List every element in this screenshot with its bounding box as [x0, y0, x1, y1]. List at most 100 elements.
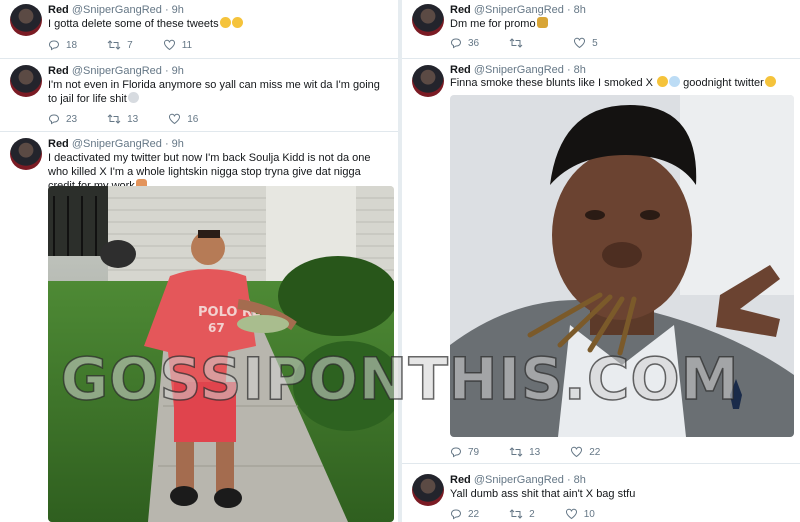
avatar[interactable] — [412, 65, 444, 97]
retweet-count: 2 — [529, 508, 535, 520]
retweet-button[interactable]: 13 — [509, 446, 540, 458]
reply-icon — [450, 38, 462, 49]
retweet-icon — [107, 114, 121, 124]
tweet-text: Dm me for promo — [450, 17, 790, 31]
heart-icon — [163, 39, 175, 51]
retweet-button[interactable]: 13 — [107, 113, 138, 125]
photo-selfie-blunts-image — [450, 95, 794, 437]
tweet-text: I gotta delete some of these tweets — [48, 17, 388, 31]
handle-and-time[interactable]: @SniperGangRed · 8h — [474, 474, 586, 486]
tweet-text-content: I gotta delete some of these tweets — [48, 18, 219, 30]
like-count: 11 — [181, 39, 193, 51]
reply-icon — [450, 509, 462, 520]
avatar[interactable] — [10, 138, 42, 170]
retweet-count: 7 — [127, 39, 133, 51]
avatar[interactable] — [412, 474, 444, 506]
tweet-actions: 23 13 16 — [48, 111, 228, 127]
handle-and-time[interactable]: @SniperGangRed · 9h — [72, 138, 184, 150]
retweet-icon — [509, 38, 523, 48]
right-column: Red @SniperGangRed · 8h Dm me for promo … — [402, 0, 800, 522]
retweet-icon — [509, 447, 523, 457]
tweet-actions: 18 7 11 — [48, 37, 222, 53]
display-name[interactable]: Red — [48, 65, 69, 77]
heart-icon — [571, 446, 583, 458]
tears-of-joy-emoji-icon — [231, 17, 243, 28]
reply-button[interactable]: 18 — [48, 39, 77, 51]
tweet-actions: 79 13 22 — [450, 444, 630, 460]
like-count: 22 — [589, 446, 601, 458]
like-count: 16 — [187, 113, 199, 125]
like-button[interactable]: 22 — [570, 446, 600, 458]
reply-button[interactable]: 22 — [450, 508, 479, 520]
tweet-photo[interactable] — [450, 95, 794, 437]
skull-emoji-icon — [127, 92, 139, 103]
retweet-count: 13 — [529, 446, 541, 458]
like-button[interactable]: 16 — [168, 113, 198, 125]
like-button[interactable]: 11 — [163, 39, 192, 51]
reply-count: 18 — [66, 39, 78, 51]
tweet-card[interactable]: Red @SniperGangRed · 9h I'm not even in … — [0, 59, 398, 132]
handle-and-time[interactable]: @SniperGangRed · 8h — [474, 4, 586, 16]
photo-man-red-shirt-image: POLO RL 67 — [48, 186, 394, 522]
retweet-button[interactable] — [509, 37, 529, 49]
retweet-icon — [509, 509, 523, 519]
display-name[interactable]: Red — [450, 64, 471, 76]
like-button[interactable]: 5 — [573, 37, 598, 49]
tweet-text-content: Dm me for promo — [450, 18, 536, 30]
reply-button[interactable]: 36 — [450, 37, 479, 49]
grinning-face-emoji-icon — [657, 76, 669, 87]
tweet-actions: 22 2 10 — [450, 506, 625, 522]
tweet-header: Red @SniperGangRed · 9h — [48, 65, 184, 78]
tweet-text-continuation: goodnight twitter — [683, 77, 764, 89]
reply-icon — [48, 114, 60, 125]
heart-icon — [565, 508, 577, 520]
face-blowing-kiss-emoji-icon — [764, 76, 776, 87]
avatar[interactable] — [10, 4, 42, 36]
reply-count: 79 — [468, 446, 480, 458]
tweet-photo[interactable]: POLO RL 67 — [48, 186, 394, 522]
tweet-text-content: Finna smoke these blunts like I smoked X — [450, 77, 653, 89]
like-count: 10 — [583, 508, 595, 520]
tweet-card[interactable]: Red @SniperGangRed · 9h I deactivated my… — [0, 132, 398, 522]
tweet-header: Red @SniperGangRed · 8h — [450, 4, 586, 17]
tweet-text: Yall dumb ass shit that ain't X bag stfu — [450, 487, 790, 501]
tweet-header: Red @SniperGangRed · 9h — [48, 138, 184, 151]
tears-of-joy-emoji-icon — [219, 17, 231, 28]
svg-text:67: 67 — [208, 321, 225, 335]
display-name[interactable]: Red — [48, 138, 69, 150]
tweet-card[interactable]: Red @SniperGangRed · 8h Finna smoke thes… — [402, 59, 800, 464]
tweet-card[interactable]: Red @SniperGangRed · 8h Yall dumb ass sh… — [402, 468, 800, 522]
avatar[interactable] — [412, 4, 444, 36]
reply-icon — [450, 447, 462, 458]
display-name[interactable]: Red — [48, 4, 69, 16]
reply-icon — [48, 40, 60, 51]
reply-count: 23 — [66, 113, 78, 125]
heart-icon — [574, 37, 586, 49]
tweet-text: I'm not even in Florida anymore so yall … — [48, 78, 388, 106]
retweet-button[interactable]: 7 — [107, 39, 133, 51]
reply-button[interactable]: 79 — [450, 446, 479, 458]
heart-icon — [169, 113, 181, 125]
retweet-button[interactable]: 2 — [509, 508, 535, 520]
display-name[interactable]: Red — [450, 474, 471, 486]
retweet-count: 13 — [127, 113, 139, 125]
tweet-text-content: Yall dumb ass shit that ain't X bag stfu — [450, 488, 636, 500]
reply-button[interactable]: 23 — [48, 113, 77, 125]
display-name[interactable]: Red — [450, 4, 471, 16]
tweet-header: Red @SniperGangRed · 8h — [450, 474, 586, 487]
dash-emoji-icon — [669, 76, 681, 87]
like-count: 5 — [592, 37, 598, 49]
money-bag-emoji-icon — [536, 17, 548, 28]
reply-count: 22 — [468, 508, 480, 520]
avatar[interactable] — [10, 65, 42, 97]
retweet-icon — [107, 40, 121, 50]
handle-and-time[interactable]: @SniperGangRed · 8h — [474, 64, 586, 76]
handle-and-time[interactable]: @SniperGangRed · 9h — [72, 4, 184, 16]
tweet-card[interactable]: Red @SniperGangRed · 8h Dm me for promo … — [402, 0, 800, 59]
tweet-actions: 36 5 — [450, 35, 628, 51]
reply-count: 36 — [468, 37, 480, 49]
handle-and-time[interactable]: @SniperGangRed · 9h — [72, 65, 184, 77]
tweet-card[interactable]: Red @SniperGangRed · 9h I gotta delete s… — [0, 0, 398, 59]
like-button[interactable]: 10 — [565, 508, 595, 520]
tweet-text: Finna smoke these blunts like I smoked X… — [450, 76, 790, 90]
